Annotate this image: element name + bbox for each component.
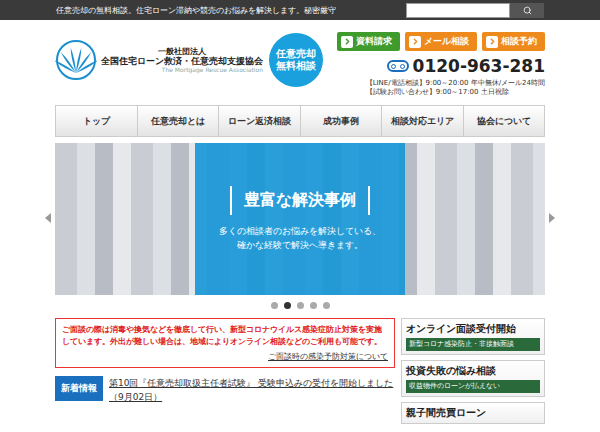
nav-item[interactable]: 成功事例 <box>301 106 383 136</box>
phone-number[interactable]: 0120-963-281 <box>387 56 545 76</box>
tagline: 任意売却の無料相談。住宅ローン滞納や競売のお悩みを解決します。秘密厳守 <box>56 5 336 16</box>
search-icon <box>523 6 532 15</box>
action-button[interactable]: 資料請求 <box>337 32 400 51</box>
header: 一般社団法人全国住宅ローン救済・任意売却支援協会The Mortgage Res… <box>55 20 545 102</box>
org-name: 全国住宅ローン救済・任意売却支援協会 <box>101 56 263 66</box>
nav-item[interactable]: 任意売却とは <box>138 106 220 136</box>
news-item[interactable]: 第10回『任意売却取扱主任者試験』 受験申込みの受付を開始しました（9月02日） <box>109 376 395 404</box>
side-banner-title: 親子間売買ローン <box>406 406 540 420</box>
hero-title: 豊富な解決事例 <box>230 186 370 215</box>
page: 一般社団法人全国住宅ローン救済・任意売却支援協会The Mortgage Res… <box>55 20 545 424</box>
action-button[interactable]: 相談予約 <box>482 32 545 51</box>
nav-item[interactable]: トップ <box>56 106 138 136</box>
side-column: オンライン面談受付開始新型コロナ感染防止・非接触面談投資失敗の悩み相談収益物件の… <box>401 318 545 424</box>
action-buttons: 資料請求メール相談相談予約 <box>337 32 545 51</box>
notice-text: ご面談の際は消毒や換気などを徹底して行い、新型コロナウイルス感染症防止対策を実施… <box>62 324 388 348</box>
search-box <box>406 3 544 18</box>
notice-link[interactable]: ご面談時の感染予防対策について <box>268 351 388 362</box>
org-type: 一般社団法人 <box>101 47 263 57</box>
side-banner[interactable]: オンライン面談受付開始新型コロナ感染防止・非接触面談 <box>401 318 545 355</box>
search-input[interactable] <box>406 3 510 18</box>
hero-panel: 豊富な解決事例多くの相談者のお悩みを解決している、確かな経験で解決へ導きます。 <box>195 143 405 295</box>
main-column: ご面談の際は消毒や換気などを徹底して行い、新型コロナウイルス感染症防止対策を実施… <box>55 318 395 424</box>
org-english: The Mortgage Rescue Association <box>101 66 263 73</box>
logo-text: 一般社団法人全国住宅ローン救済・任意売却支援協会The Mortgage Res… <box>101 47 263 74</box>
main-nav: トップ任意売却とはローン返済相談成功事例相談対応エリア協会について <box>55 105 545 137</box>
hero-line: 確かな経験で解決へ導きます。 <box>219 239 381 253</box>
action-button[interactable]: メール相談 <box>405 32 477 51</box>
top-bar: 任意売却の無料相談。住宅ローン滞納や競売のお悩みを解決します。秘密厳守 <box>0 0 600 20</box>
hero-line: 多くの相談者のお悩みを解決している、 <box>219 225 381 239</box>
side-banner-title: オンライン面談受付開始 <box>406 322 540 336</box>
slide-dots <box>55 295 545 315</box>
hours: 【LINE/電話相談】9:00～20:00 年中無休/メール24時間【試験お問い… <box>326 79 545 97</box>
side-banner[interactable]: 投資失敗の悩み相談収益物件のローンが払えない <box>401 360 545 397</box>
slide-dot[interactable] <box>284 302 291 309</box>
freedial-icon <box>387 60 409 72</box>
slide-dot[interactable] <box>297 302 304 309</box>
next-arrow-icon[interactable] <box>549 213 555 223</box>
notice-box: ご面談の際は消毒や換気などを徹底して行い、新型コロナウイルス感染症防止対策を実施… <box>55 318 395 368</box>
free-badge: 任意売却無料相談 <box>269 33 323 87</box>
slide-dot[interactable] <box>310 302 317 309</box>
nav-item[interactable]: 相談対応エリア <box>382 106 464 136</box>
news-row: 新着情報第10回『任意売却取扱主任者試験』 受験申込みの受付を開始しました（9月… <box>55 376 395 404</box>
side-banner-title: 投資失敗の悩み相談 <box>406 364 540 378</box>
hero-banner: 豊富な解決事例多くの相談者のお悩みを解決している、確かな経験で解決へ導きます。 <box>55 143 545 295</box>
nav-item[interactable]: ローン返済相談 <box>219 106 301 136</box>
lower-section: ご面談の際は消毒や換気などを徹底して行い、新型コロナウイルス感染症防止対策を実施… <box>55 318 545 424</box>
search-button[interactable] <box>510 3 544 18</box>
side-banner[interactable]: 親子間売買ローン <box>401 402 545 424</box>
arrow-icon <box>486 36 498 48</box>
header-contact: 資料請求メール相談相談予約 0120-963-281 【LINE/電話相談】9:00… <box>326 32 545 102</box>
logo-icon <box>55 39 97 81</box>
arrow-icon <box>341 36 353 48</box>
arrow-icon <box>409 36 421 48</box>
prev-arrow-icon[interactable] <box>45 213 51 223</box>
news-label: 新着情報 <box>55 376 103 401</box>
nav-item[interactable]: 協会について <box>464 106 545 136</box>
side-banner-subtitle: 収益物件のローンが払えない <box>406 380 540 393</box>
side-banner-subtitle: 新型コロナ感染防止・非接触面談 <box>406 338 540 351</box>
slide-dot[interactable] <box>323 302 330 309</box>
logo[interactable]: 一般社団法人全国住宅ローン救済・任意売却支援協会The Mortgage Res… <box>55 32 323 88</box>
slide-dot[interactable] <box>271 302 278 309</box>
